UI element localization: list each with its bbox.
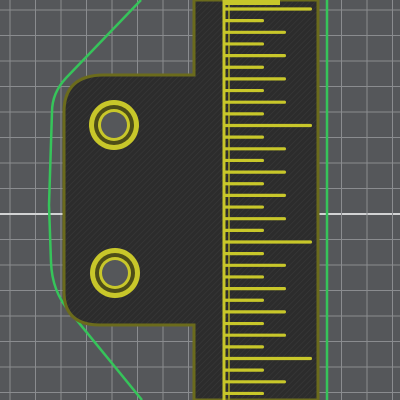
ruler-tick-icon — [224, 30, 286, 34]
ruler-tick-icon — [224, 287, 286, 291]
ruler-tick-icon — [224, 19, 264, 23]
ruler-tick-icon — [224, 240, 312, 244]
layer-preview-canvas[interactable] — [0, 0, 400, 400]
ruler-tick-icon — [224, 123, 312, 128]
screw-hole-bore — [101, 112, 127, 138]
ruler-tick-icon — [224, 252, 264, 256]
ruler-tick-icon — [224, 380, 286, 384]
screw-hole-bore — [102, 260, 128, 286]
screw-hole-bottom — [90, 248, 140, 298]
ruler-tick-icon — [224, 77, 286, 81]
ruler-tick-icon — [224, 170, 286, 174]
ruler-tick-icon — [224, 158, 264, 163]
ruler-tick-icon — [224, 147, 286, 151]
ruler-tick-icon — [224, 112, 264, 116]
ruler-tick-icon — [224, 321, 264, 326]
ruler-tick-icon — [224, 100, 286, 104]
ruler-tick-icon — [224, 42, 264, 46]
ruler-tick-icon — [224, 88, 264, 93]
ruler-tick-icon — [224, 345, 264, 349]
top-edge-wall — [224, 0, 280, 5]
printed-part — [62, 0, 320, 400]
ruler-tick-icon — [224, 193, 286, 197]
screw-hole-top — [89, 100, 139, 150]
ruler-tick-icon — [224, 298, 264, 302]
ruler-tick-icon — [224, 263, 286, 267]
ruler-tick-icon — [224, 333, 286, 337]
ruler-tick-icon — [224, 368, 264, 372]
ruler-tick-icon — [224, 182, 264, 186]
ruler-tick-icon — [224, 217, 286, 221]
slicer-viewport[interactable] — [0, 0, 400, 400]
ruler-tick-icon — [224, 54, 286, 58]
ruler-tick-icon — [224, 205, 264, 209]
ruler-tick-icon — [224, 391, 264, 396]
ruler-tick-icon — [224, 275, 264, 279]
ruler-tick-icon — [224, 356, 312, 361]
ruler-tick-icon — [224, 135, 264, 139]
ruler-tick-icon — [224, 310, 286, 314]
ruler-tick-icon — [224, 228, 264, 232]
ruler-tick-icon — [224, 65, 264, 69]
ruler-tick-icon — [224, 7, 312, 11]
